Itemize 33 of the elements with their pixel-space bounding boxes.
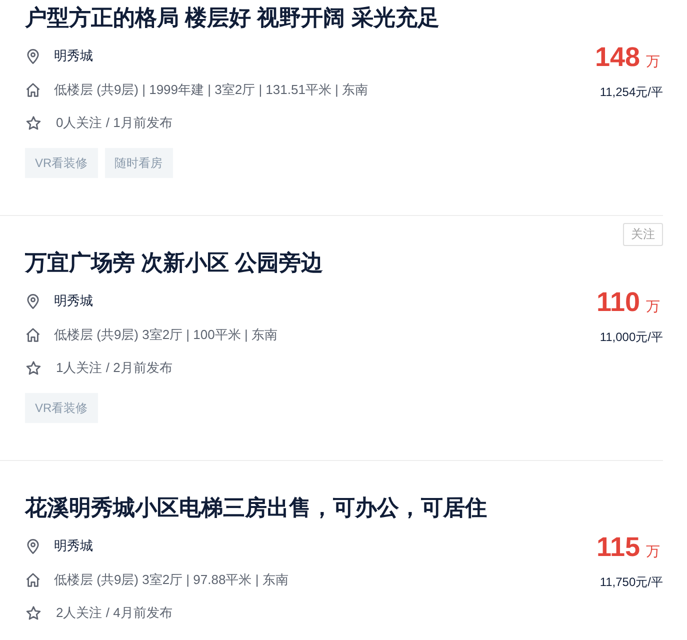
house-info-text: 低楼层 (共9层) | 1999年建 | 3室2厅 | 131.51平米 | 东南	[54, 81, 368, 99]
follow-info-text: 0人关注 / 1月前发布	[56, 114, 172, 132]
location-pin-icon	[27, 294, 39, 308]
community-link[interactable]: 明秀城	[54, 291, 93, 311]
price-unit: 万	[646, 52, 660, 71]
star-icon	[26, 361, 40, 375]
total-price: 148	[594, 41, 640, 74]
star-icon	[26, 606, 40, 620]
location-pin-icon	[27, 48, 39, 64]
feature-tag: VR看装修	[25, 393, 98, 423]
community-link[interactable]: 明秀城	[54, 46, 93, 66]
follow-info-text: 1人关注 / 2月前发布	[56, 359, 172, 377]
price-unit: 万	[646, 297, 660, 316]
total-price: 110	[596, 286, 640, 319]
house-info-text: 低楼层 (共9层) 3室2厅 | 97.88平米 | 东南	[54, 571, 288, 589]
community-link[interactable]: 明秀城	[54, 536, 93, 556]
location-pin-icon	[27, 538, 39, 554]
listing-title[interactable]: 万宜广场旁 次新小区 公园旁边	[25, 248, 663, 278]
total-price: 115	[596, 531, 640, 564]
star-icon	[26, 116, 40, 130]
house-icon	[26, 328, 40, 342]
listing-title[interactable]: 户型方正的格局 楼层好 视野开阔 采光充足	[25, 3, 663, 33]
listing-title[interactable]: 花溪明秀城小区电梯三房出售，可办公，可居住	[25, 493, 663, 523]
house-icon	[26, 573, 40, 587]
follow-info-text: 2人关注 / 4月前发布	[56, 604, 172, 622]
price-unit: 万	[646, 542, 660, 561]
feature-tag: VR看装修	[25, 148, 98, 178]
house-icon	[26, 83, 40, 97]
unit-price: 11,000元/平	[600, 329, 663, 346]
unit-price: 11,254元/平	[600, 84, 663, 101]
house-info-text: 低楼层 (共9层) 3室2厅 | 100平米 | 东南	[54, 326, 278, 344]
unit-price: 11,750元/平	[600, 574, 663, 591]
feature-tag: 随时看房	[104, 148, 173, 178]
